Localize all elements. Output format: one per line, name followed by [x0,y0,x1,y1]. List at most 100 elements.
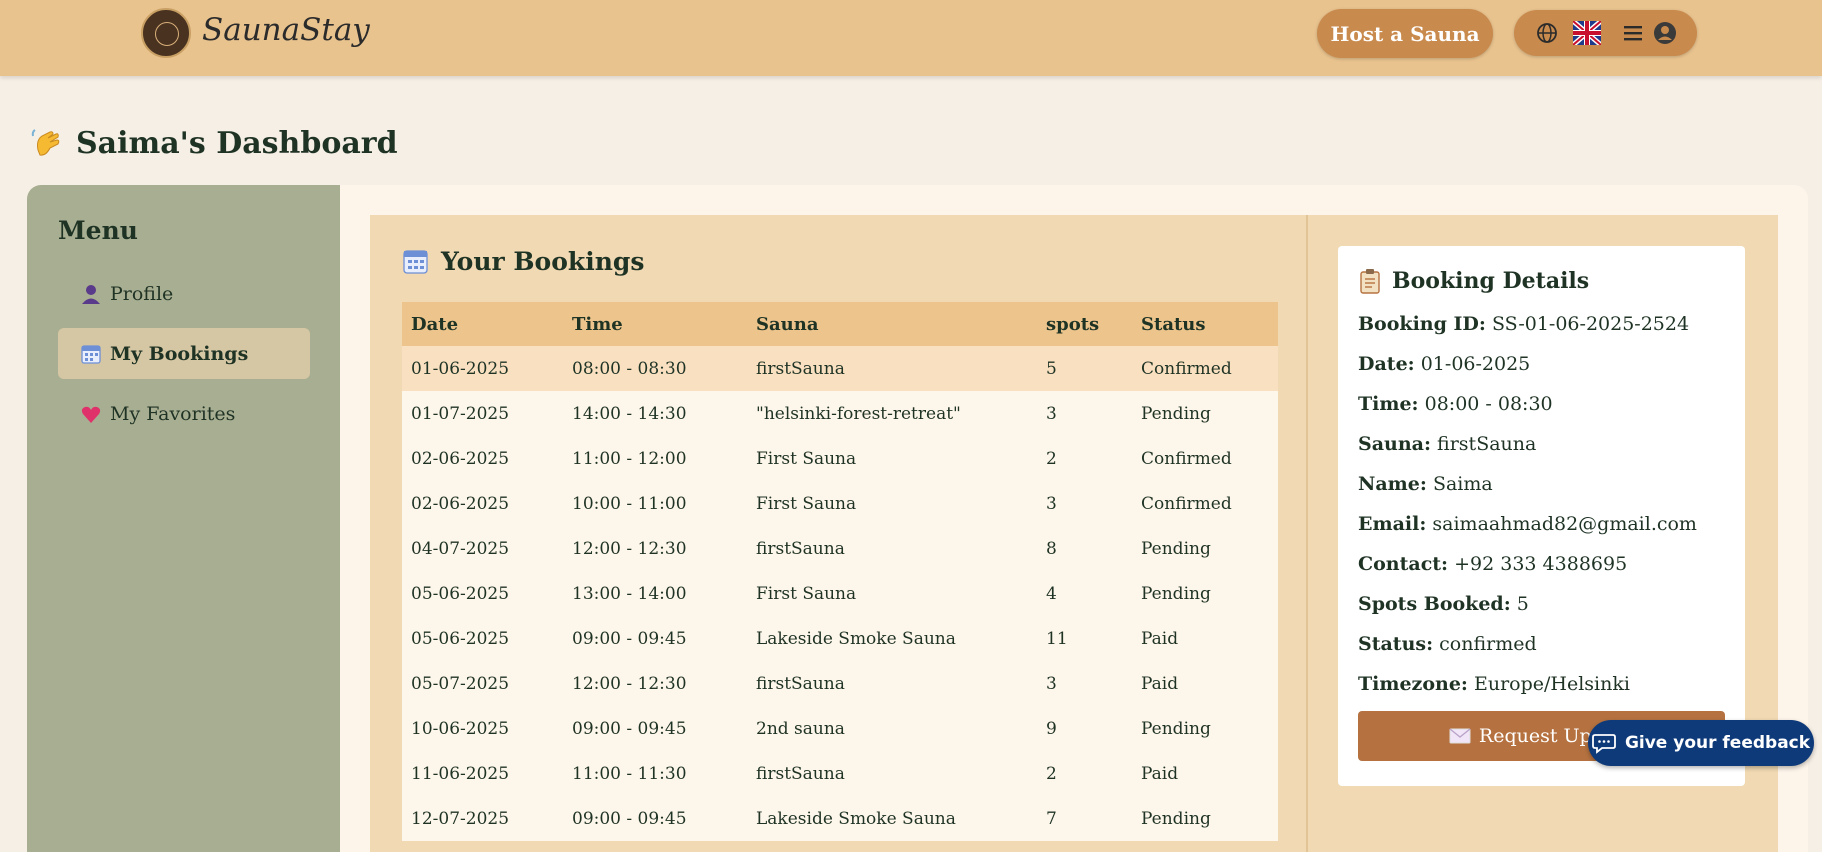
detail-value: firstSauna [1437,433,1537,455]
heart-icon [81,406,101,423]
cell-sauna: First Sauna [747,436,1037,481]
column-header-date[interactable]: Date [402,302,563,346]
cell-spots: 9 [1037,706,1132,751]
calendar-icon [403,250,428,274]
bookings-heading: Your Bookings [402,247,644,276]
cell-sauna: firstSauna [747,526,1037,571]
cell-date: 02-06-2025 [402,481,563,526]
detail-label: Contact: [1358,553,1449,575]
cell-date: 10-06-2025 [402,706,563,751]
detail-label: Time: [1358,393,1419,415]
table-row[interactable]: 02-06-2025 11:00 - 12:00 First Sauna 2 Confi… [402,436,1278,481]
detail-row: Timezone: Europe/Helsinki [1358,664,1725,704]
cell-date: 05-07-2025 [402,661,563,706]
bookings-title: Your Bookings [441,247,645,276]
table-row[interactable]: 05-07-2025 12:00 - 12:30 firstSauna 3 Paid [402,661,1278,706]
sidebar-item-my-favorites[interactable]: My Favorites [58,388,310,439]
detail-row: Contact: +92 333 4388695 [1358,544,1725,584]
cell-spots: 3 [1037,481,1132,526]
detail-label: Booking ID: [1358,313,1486,335]
cell-status: Pending [1132,391,1278,436]
cell-spots: 3 [1037,391,1132,436]
give-feedback-button[interactable]: Give your feedback [1588,720,1814,766]
table-row[interactable]: 10-06-2025 09:00 - 09:45 2nd sauna 9 Pending [402,706,1278,751]
cell-date: 04-07-2025 [402,526,563,571]
uk-flag-icon[interactable] [1573,21,1601,45]
detail-row: Email: saimaahmad82@gmail.com [1358,504,1725,544]
table-row[interactable]: 11-06-2025 11:00 - 11:30 firstSauna 2 Paid [402,751,1278,796]
detail-label: Spots Booked: [1358,593,1511,615]
user-menu-pill[interactable] [1514,10,1697,56]
brand-name[interactable]: SaunaStay [202,12,370,48]
person-icon [82,284,100,304]
cell-status: Confirmed [1132,436,1278,481]
detail-row: Status: confirmed [1358,624,1725,664]
detail-value: 5 [1516,593,1529,615]
detail-value: +92 333 4388695 [1454,553,1628,575]
cell-status: Paid [1132,616,1278,661]
booking-details-title: Booking Details [1392,268,1590,294]
booking-details-panel: Booking Details Booking ID: SS-01-06-202… [1338,246,1745,786]
sidebar-item-my-bookings[interactable]: My Bookings [58,328,310,379]
cell-status: Confirmed [1132,481,1278,526]
table-row[interactable]: 04-07-2025 12:00 - 12:30 firstSauna 8 Pendin… [402,526,1278,571]
table-row[interactable]: 05-06-2025 13:00 - 14:00 First Sauna 4 Pendi… [402,571,1278,616]
cell-spots: 3 [1037,661,1132,706]
cell-status: Pending [1132,526,1278,571]
cell-sauna: firstSauna [747,751,1037,796]
detail-value: confirmed [1439,633,1537,655]
account-icon[interactable] [1653,21,1677,45]
cell-spots: 7 [1037,796,1132,841]
host-a-sauna-button[interactable]: Host a Sauna [1317,9,1493,58]
detail-value: SS-01-06-2025-2524 [1491,313,1690,335]
column-header-sauna[interactable]: Sauna [747,302,1037,346]
cell-status: Pending [1132,706,1278,751]
cell-time: 11:00 - 12:00 [563,436,747,481]
page-title: Saima's Dashboard [30,126,398,161]
cell-status: Pending [1132,796,1278,841]
menu-heading: Menu [58,216,138,245]
top-navigation-bar: SaunaStay Host a Sauna [0,0,1822,76]
column-header-spots[interactable]: spots [1037,302,1132,346]
clipboard-icon [1360,269,1380,294]
feedback-label: Give your feedback [1624,733,1811,753]
globe-icon[interactable] [1535,21,1559,45]
detail-row: Sauna: firstSauna [1358,424,1725,464]
cell-spots: 2 [1037,751,1132,796]
cell-date: 01-06-2025 [402,346,563,391]
menu-icon[interactable] [1621,21,1645,45]
dashboard-card: Menu Profile My Bookings My Favorites Yo… [27,185,1808,852]
sidebar-item-profile[interactable]: Profile [58,268,310,319]
detail-value: Europe/Helsinki [1473,673,1630,695]
cell-sauna: First Sauna [747,571,1037,616]
cell-date: 12-07-2025 [402,796,563,841]
cell-status: Paid [1132,661,1278,706]
table-row[interactable]: 05-06-2025 09:00 - 09:45 Lakeside Smoke Sa… [402,616,1278,661]
detail-row: Name: Saima [1358,464,1725,504]
table-row[interactable]: 12-07-2025 09:00 - 09:45 Lakeside Smoke Sa… [402,796,1278,841]
table-row[interactable]: 01-07-2025 14:00 - 14:30 "helsinki-forest-… [402,391,1278,436]
cell-date: 05-06-2025 [402,616,563,661]
dashboard-title: Saima's Dashboard [76,126,398,161]
cell-sauna: Lakeside Smoke Sauna [747,616,1037,661]
column-header-time[interactable]: Time [563,302,747,346]
detail-label: Date: [1358,353,1415,375]
cell-date: 05-06-2025 [402,571,563,616]
cell-time: 11:00 - 11:30 [563,751,747,796]
table-row[interactable]: 01-06-2025 08:00 - 08:30 firstSauna 5 Confir… [402,346,1278,391]
cell-status: Confirmed [1132,346,1278,391]
cell-time: 13:00 - 14:00 [563,571,747,616]
cell-sauna: First Sauna [747,481,1037,526]
cell-time: 09:00 - 09:45 [563,796,747,841]
detail-label: Sauna: [1358,433,1431,455]
sidebar-item-label: My Favorites [110,402,236,425]
main-content: Your Bookings Date Time Sauna spots Stat… [370,215,1778,852]
detail-label: Timezone: [1358,673,1468,695]
saunastay-logo-icon[interactable] [141,8,191,58]
cell-status: Paid [1132,751,1278,796]
detail-value: Saima [1432,473,1493,495]
sidebar-item-label: My Bookings [110,342,249,365]
table-header-row: Date Time Sauna spots Status [402,302,1278,346]
column-header-status[interactable]: Status [1132,302,1278,346]
table-row[interactable]: 02-06-2025 10:00 - 11:00 First Sauna 3 Confi… [402,481,1278,526]
